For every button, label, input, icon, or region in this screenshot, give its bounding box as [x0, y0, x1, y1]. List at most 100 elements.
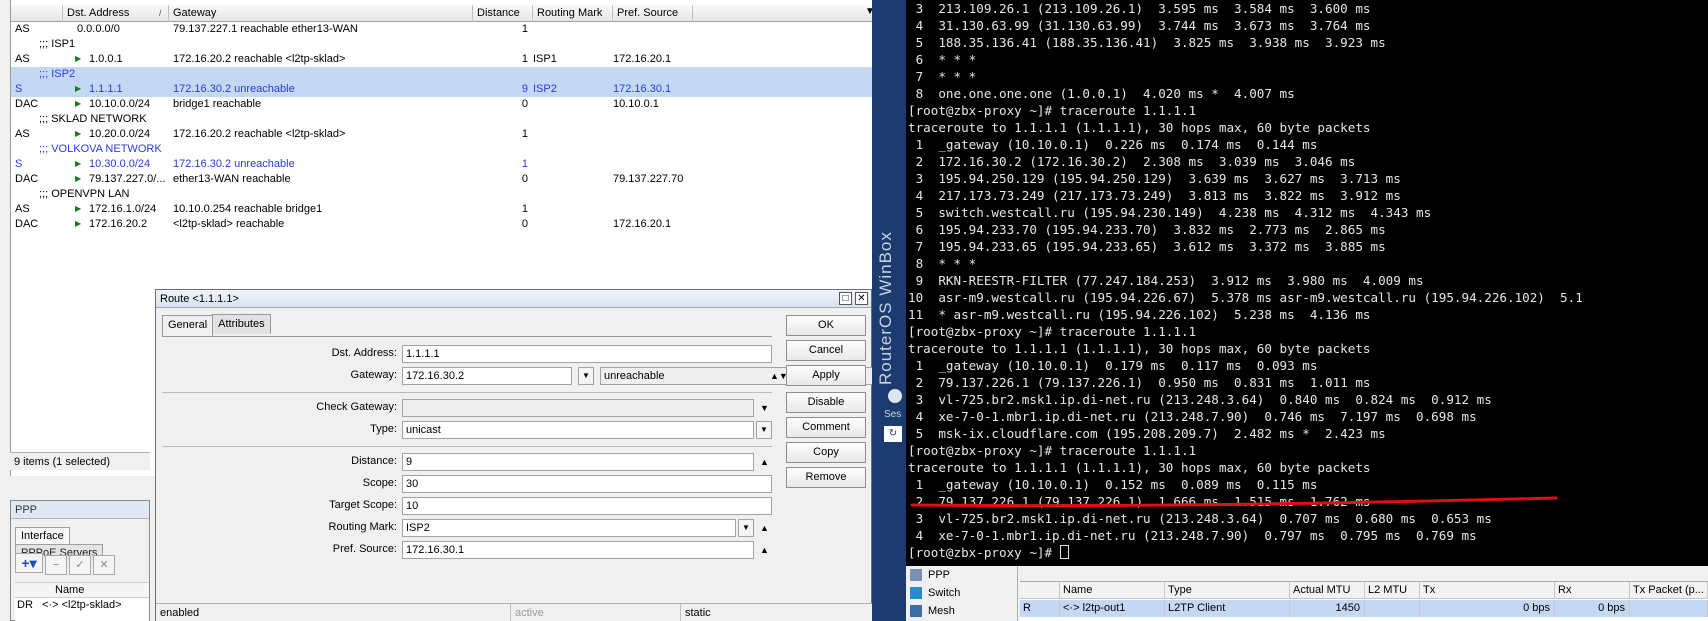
col-pref-source[interactable]: Pref. Source	[613, 5, 693, 22]
table-row[interactable]: AS ▶ 10.20.0.0/24 172.16.20.2 reachable …	[11, 127, 873, 142]
ppp-col-actual-mtu[interactable]: Actual MTU	[1290, 582, 1365, 599]
undo-icon[interactable]: ↻	[884, 426, 902, 442]
remove-button[interactable]: Remove	[786, 467, 866, 488]
table-row[interactable]: DAC ▶ 79.137.227.0/... ether13-WAN reach…	[11, 172, 873, 187]
tab-general[interactable]: General	[162, 315, 214, 337]
routing-mark-collapse-icon[interactable]: ▲	[760, 519, 769, 537]
row-gateway: ether13-WAN reachable	[173, 173, 291, 185]
type-dropdown-icon[interactable]: ▼	[756, 421, 772, 439]
ok-button[interactable]: OK	[786, 315, 866, 336]
pref-source-collapse-icon[interactable]: ▲	[760, 541, 769, 559]
terminal-window[interactable]: 3 213.109.26.1 (213.109.26.1) 3.595 ms 3…	[906, 0, 1708, 566]
row-pref-source	[613, 157, 688, 172]
active-route-icon: ▶	[75, 219, 82, 228]
gateway-dropdown-icon[interactable]: ▼	[578, 367, 594, 385]
table-row[interactable]: AS ▶ 1.0.0.1 172.16.20.2 reachable <l2tp…	[11, 52, 873, 67]
table-row[interactable]: AS 0.0.0.0/0 79.137.227.1 reachable ethe…	[11, 22, 873, 37]
cancel-button[interactable]: Cancel	[786, 340, 866, 361]
enable-icon[interactable]: ✓	[69, 555, 91, 575]
ppp-col-flags[interactable]	[1020, 582, 1060, 599]
scope-field[interactable]: 30	[402, 475, 772, 493]
menu-item-mesh[interactable]: Mesh	[906, 602, 1017, 620]
list-item[interactable]: DR <·> <l2tp-sklad>	[15, 598, 149, 613]
session-menu-label[interactable]: Ses	[884, 409, 906, 420]
check-gateway-dropdown-icon[interactable]: ▼	[760, 399, 769, 417]
terminal-line: 7 * * *	[908, 69, 977, 84]
col-flags[interactable]	[11, 5, 63, 22]
menu-item-mesh-label: Mesh	[928, 605, 955, 617]
routing-mark-field[interactable]: ISP2	[402, 519, 736, 537]
copy-button[interactable]: Copy	[786, 442, 866, 463]
distance-field[interactable]: 9	[402, 453, 754, 471]
ppp-col-tx[interactable]: Tx	[1420, 582, 1555, 599]
ppp-row-l2-mtu	[1365, 600, 1420, 617]
tab-attributes[interactable]: Attributes	[212, 314, 271, 334]
menu-item-switch[interactable]: Switch	[906, 584, 1017, 602]
row-distance: 1	[521, 23, 528, 35]
table-row-selected[interactable]: S ▶ 1.1.1.1 172.16.30.2 unreachable 9 IS…	[11, 82, 873, 97]
remove-icon[interactable]: −	[45, 555, 67, 575]
ppp-window-title[interactable]: PPP	[11, 501, 149, 519]
comment-button[interactable]: Comment	[786, 417, 866, 438]
menu-item-ppp[interactable]: PPP	[906, 566, 1017, 584]
add-button[interactable]: +▾	[15, 553, 43, 573]
ppp-row-name: <·> <l2tp-sklad>	[42, 599, 122, 611]
row-dst: 10.20.0.0/24	[89, 128, 151, 140]
target-scope-field[interactable]: 10	[402, 497, 772, 515]
distance-collapse-icon[interactable]: ▲	[760, 453, 769, 471]
table-row[interactable]: DAC ▶ 172.16.20.2 <l2tp-sklad> reachable…	[11, 217, 873, 232]
terminal-line: 6 195.94.233.70 (195.94.233.70) 3.832 ms…	[908, 222, 1386, 237]
route-dialog-title[interactable]: Route <1.1.1.1>	[156, 290, 871, 308]
col-routing-mark[interactable]: Routing Mark	[533, 5, 613, 22]
ppp-col-name[interactable]: Name	[15, 583, 149, 598]
apply-button[interactable]: Apply	[786, 365, 866, 386]
pref-source-row: Pref. Source: 172.16.30.1 ▲	[162, 541, 772, 559]
ppp-col-rx[interactable]: Rx	[1555, 582, 1630, 599]
row-routing-mark	[533, 97, 608, 112]
col-dst-address[interactable]: Dst. Address /	[63, 5, 169, 22]
col-gateway[interactable]: Gateway	[169, 5, 473, 22]
ppp-col-name[interactable]: Name	[1060, 582, 1165, 599]
dst-address-label: Dst. Address:	[331, 347, 397, 359]
col-distance[interactable]: Distance	[473, 5, 533, 22]
ppp-row-rx: 0 bps	[1555, 600, 1630, 617]
pref-source-field[interactable]: 172.16.30.1	[402, 541, 754, 559]
row-flags: S	[15, 83, 23, 95]
row-dst: 0.0.0.0/0	[77, 23, 120, 35]
ppp-toolbar: +▾ − ✓ ✕	[15, 553, 117, 575]
terminal-prompt-line[interactable]: [root@zbx-proxy ~]#	[908, 544, 1708, 561]
ppp-col-tx-packet[interactable]: Tx Packet (p...	[1630, 582, 1708, 599]
disable-button[interactable]: Disable	[786, 392, 866, 413]
row-routing-mark: ISP2	[533, 83, 557, 95]
terminal-line: 3 195.94.250.129 (195.94.250.129) 3.639 …	[908, 171, 1401, 186]
ppp-row-type: L2TP Client	[1165, 600, 1290, 617]
gateway-field[interactable]: 172.16.30.2	[402, 367, 572, 385]
tab-interface[interactable]: Interface	[15, 527, 70, 544]
table-row[interactable]: DAC ▶ 10.10.0.0/24 bridge1 reachable 0 1…	[11, 97, 873, 112]
row-distance: 1	[521, 128, 528, 140]
check-gateway-field[interactable]	[402, 399, 754, 417]
routing-mark-dropdown-icon[interactable]: ▼	[738, 519, 754, 537]
disable-icon[interactable]: ✕	[93, 555, 115, 575]
terminal-line: 7 195.94.233.65 (195.94.233.65) 3.612 ms…	[908, 239, 1386, 254]
table-row[interactable]: S ▶ 10.30.0.0/24 172.16.30.2 unreachable…	[11, 157, 873, 172]
dst-address-field[interactable]: 1.1.1.1	[402, 345, 772, 363]
terminal-line: 6 * * *	[908, 52, 977, 67]
terminal-line: 11 * asr-m9.westcall.ru (195.94.226.102)…	[908, 307, 1371, 322]
table-row[interactable]: AS ▶ 172.16.1.0/24 10.10.0.254 reachable…	[11, 202, 873, 217]
ppp-col-type[interactable]: Type	[1165, 582, 1290, 599]
maximize-icon[interactable]: □	[839, 292, 852, 305]
route-comment: ;;; VOLKOVA NETWORK	[39, 143, 162, 155]
type-label: Type:	[370, 423, 397, 435]
close-icon[interactable]: ✕	[855, 292, 868, 305]
row-routing-mark	[533, 217, 608, 232]
row-flags: DAC	[15, 173, 39, 185]
circle-icon[interactable]	[888, 389, 902, 403]
row-pref-source: 79.137.227.70	[613, 173, 684, 185]
type-select[interactable]: unicast	[402, 421, 754, 439]
ppp-col-l2-mtu[interactable]: L2 MTU	[1365, 582, 1420, 599]
table-row-selected[interactable]: R <·> l2tp-out1 L2TP Client 1450 0 bps 0…	[1020, 600, 1708, 617]
dst-address-row: Dst. Address: 1.1.1.1	[162, 345, 772, 363]
terminal-line: traceroute to 1.1.1.1 (1.1.1.1), 30 hops…	[908, 120, 1371, 135]
row-dst: 1.0.0.1	[89, 53, 123, 65]
